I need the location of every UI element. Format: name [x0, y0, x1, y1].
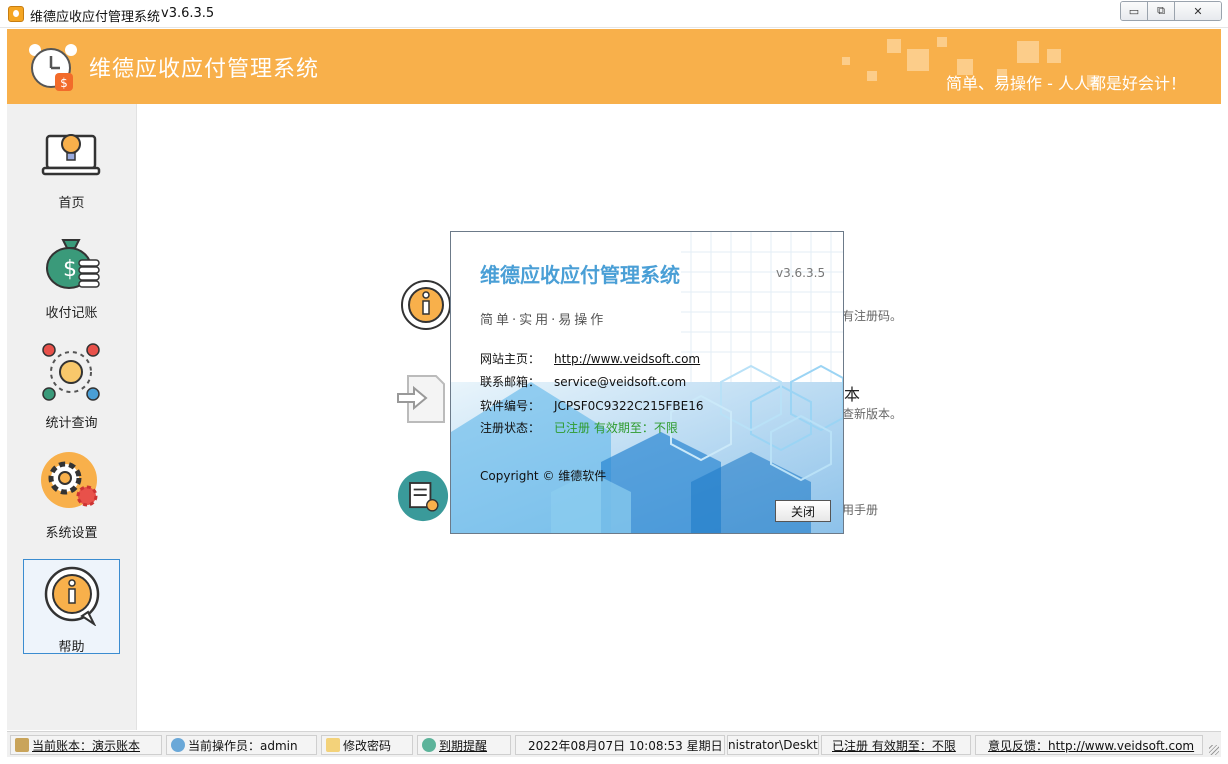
- registration-status: 已注册 有效期至：不限: [554, 421, 678, 435]
- serial-label: 软件编号：: [480, 399, 541, 413]
- app-icon: [8, 6, 24, 22]
- change-password-text: 修改密码: [343, 738, 392, 753]
- stats-cycle-icon: [42, 343, 100, 401]
- document-arrow-icon: [397, 375, 445, 423]
- website-label: 网站主页：: [480, 352, 541, 366]
- email-label: 联系邮箱：: [480, 375, 541, 389]
- register-hint: 有注册码。: [842, 309, 903, 323]
- app-header: $ 维德应收应付管理系统 简单、易操作 - 人人都是好会计！: [7, 29, 1221, 104]
- expiry-reminder[interactable]: 到期提醒: [417, 735, 511, 755]
- status-row: 注册状态： 已注册 有效期至：不限: [480, 419, 678, 436]
- info-bubble-icon: [44, 566, 100, 626]
- website-row: 网站主页： http://www.veidsoft.com: [480, 350, 700, 367]
- restore-icon: ⧉: [1157, 4, 1165, 17]
- sidebar-item-stats[interactable]: 统计查询: [23, 336, 120, 431]
- gear-icon: [41, 452, 98, 508]
- current-account[interactable]: 当前账本：演示账本: [10, 735, 162, 755]
- sidebar: 首页 $ 收付记账 统计查询 系统设置 帮助: [7, 104, 137, 730]
- money-bag-icon: $: [46, 239, 100, 289]
- serial-value: JCPSF0C9322C215FBE16: [554, 399, 704, 413]
- svg-text:$: $: [60, 76, 68, 90]
- manual-icon: [397, 470, 449, 522]
- close-button[interactable]: 关闭: [775, 500, 831, 522]
- about-dialog: 维德应收应付管理系统 v3.6.3.5 简单·实用·易操作 网站主页： http:…: [450, 231, 844, 534]
- resize-grip[interactable]: [1209, 745, 1219, 755]
- change-password[interactable]: 修改密码: [321, 735, 413, 755]
- datetime-text: 2022年08月07日 10:08:53 星期日: [528, 738, 723, 753]
- feedback-link[interactable]: 意见反馈：http://www.veidsoft.com: [975, 735, 1203, 755]
- current-path: nistrator\Deskto: [727, 735, 819, 755]
- sidebar-item-label: 帮助: [58, 640, 85, 655]
- update-title: 本: [844, 385, 861, 404]
- feedback-link-text: 意见反馈：http://www.veidsoft.com: [988, 738, 1195, 753]
- sidebar-item-home[interactable]: 首页: [23, 116, 120, 211]
- header-title: 维德应收应付管理系统: [89, 57, 320, 82]
- dialog-slogan: 简单·实用·易操作: [480, 313, 607, 328]
- close-icon: ✕: [1193, 4, 1203, 18]
- header-slogan: 简单、易操作 - 人人都是好会计！: [946, 74, 1186, 93]
- website-link[interactable]: http://www.veidsoft.com: [554, 352, 700, 366]
- alarm-clock-logo-icon: $: [29, 44, 77, 91]
- update-hint: 查新版本。: [842, 407, 903, 421]
- minimize-icon: ▭: [1128, 4, 1140, 18]
- dialog-title: 维德应收应付管理系统: [480, 263, 680, 287]
- status-label: 注册状态：: [480, 421, 541, 435]
- copyright: Copyright © 维德软件: [480, 469, 607, 483]
- registration-info-text: 已注册 有效期至：不限: [832, 738, 956, 753]
- svg-text:$: $: [63, 257, 77, 282]
- window-titlebar: 维德应收应付管理系统 v3.6.3.5 ▭ ⧉ ✕: [0, 0, 1228, 28]
- manual-hint: 用手册: [842, 503, 879, 517]
- manual-option[interactable]: [397, 470, 457, 526]
- email-row: 联系邮箱： service@veidsoft.com: [480, 373, 686, 390]
- close-window-button[interactable]: ✕: [1175, 2, 1221, 20]
- dialog-version: v3.6.3.5: [776, 266, 826, 280]
- ledger-icon: [15, 738, 29, 752]
- registration-info[interactable]: 已注册 有效期至：不限: [821, 735, 971, 755]
- expiry-reminder-text: 到期提醒: [439, 738, 488, 753]
- user-icon: [171, 738, 185, 752]
- laptop-lightbulb-icon: [41, 134, 101, 176]
- alarm-icon: [422, 738, 436, 752]
- status-bar: 当前账本：演示账本 当前操作员：admin 修改密码 到期提醒 2022年08月…: [7, 731, 1221, 757]
- current-operator-text: 当前操作员：admin: [188, 738, 298, 753]
- minimize-button[interactable]: ▭: [1121, 2, 1148, 20]
- sidebar-item-label: 收付记账: [45, 306, 98, 321]
- sidebar-item-label: 首页: [58, 196, 85, 211]
- info-icon: [401, 280, 451, 330]
- sidebar-item-label: 统计查询: [45, 416, 98, 431]
- window-version: v3.6.3.5: [161, 6, 215, 21]
- sidebar-item-label: 系统设置: [45, 526, 98, 541]
- sidebar-item-help[interactable]: 帮助: [23, 559, 120, 655]
- update-option[interactable]: [396, 372, 456, 430]
- restore-button[interactable]: ⧉: [1148, 2, 1175, 20]
- key-icon: [326, 738, 340, 752]
- window-title: 维德应收应付管理系统: [30, 10, 161, 25]
- sidebar-item-settings[interactable]: 系统设置: [23, 446, 120, 541]
- current-operator: 当前操作员：admin: [166, 735, 317, 755]
- current-path-text: nistrator\Deskto: [728, 738, 819, 752]
- email-value: service@veidsoft.com: [554, 375, 687, 389]
- sidebar-item-bookkeeping[interactable]: $ 收付记账: [23, 226, 120, 321]
- datetime: 2022年08月07日 10:08:53 星期日: [515, 735, 725, 755]
- current-account-text: 当前账本：演示账本: [32, 738, 141, 753]
- window-controls: ▭ ⧉ ✕: [1120, 1, 1222, 21]
- serial-row: 软件编号： JCPSF0C9322C215FBE16: [480, 397, 704, 414]
